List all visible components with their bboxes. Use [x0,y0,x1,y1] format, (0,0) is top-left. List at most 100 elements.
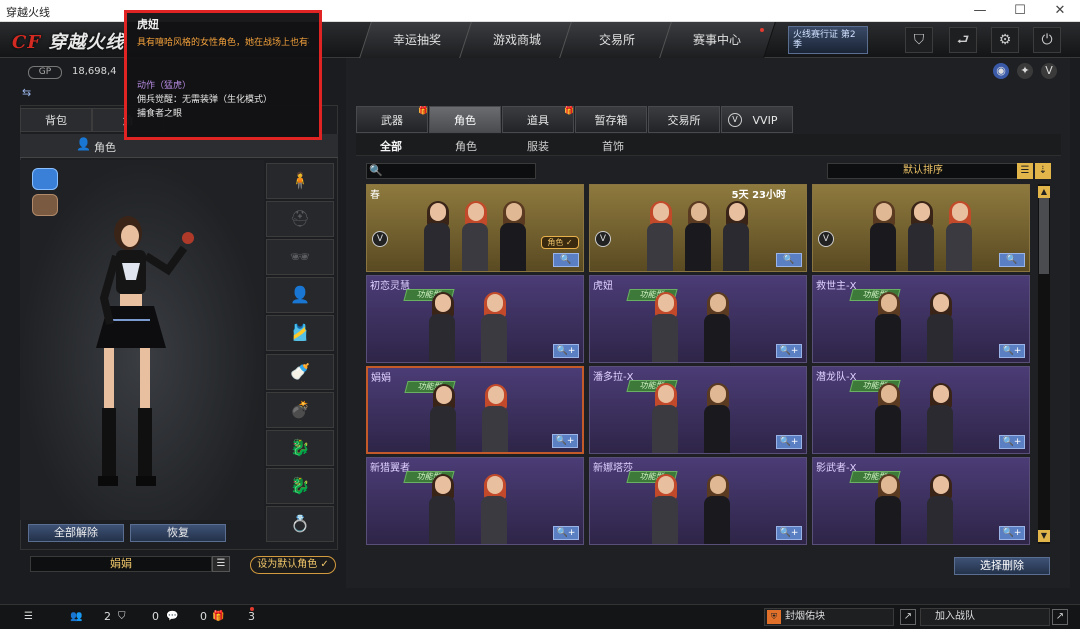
card-inspect-button[interactable]: 🔍 [776,253,802,267]
card-inspect-button[interactable]: 🔍+ [999,435,1025,449]
slot-glasses[interactable]: 🕶 [266,239,334,275]
expand-icon[interactable]: ↗ [900,609,916,625]
slot-bottle[interactable]: 🍼 [266,354,334,390]
character-card[interactable]: 新娜塔莎 功能型 🔍+ [589,457,807,545]
list-icon[interactable]: ☰ [212,556,230,572]
blocked-button[interactable]: ⛨ 封烟佑块 [764,608,894,626]
sort-list-icon[interactable]: ☰ [1017,163,1033,179]
tab-lucky-draw[interactable]: 幸运抽奖 [359,22,476,58]
tiger-badge-icon[interactable] [32,194,58,216]
character-card[interactable]: 新猎翼者 功能型 🔍+ [366,457,584,545]
card-inspect-button[interactable]: 🔍 [999,253,1025,267]
character-preview[interactable] [20,160,264,520]
tools-icon[interactable]: ⚙ [991,27,1019,53]
slot-dragon-silver[interactable]: 🐉 [266,468,334,504]
card-inspect-button[interactable]: 🔍+ [776,435,802,449]
role-label: 角色 [94,141,116,154]
menu-icon[interactable]: ☰ [24,611,38,623]
sort-order-icon[interactable]: ⇣ [1035,163,1051,179]
gp-label: GP [28,66,62,79]
power-icon[interactable]: ⏻ [1033,27,1061,53]
sort-select[interactable]: 默认排序 [827,163,1019,179]
restore-button[interactable]: 恢复 [130,524,226,542]
character-card[interactable]: 潜龙队-X 功能型 🔍+ [812,366,1030,454]
slot-grenade[interactable]: 💣 [266,392,334,428]
tooltip-description: 具有嘻哈风格的女性角色，她在战场上也有不俗的表现 [137,38,309,48]
character-figure [702,474,732,544]
slot-helmet[interactable]: ⛑ [266,201,334,237]
character-card[interactable]: 虎妞 功能型 🔍+ [589,275,807,363]
search-icon: 🔍 [369,164,383,177]
set-default-character-button[interactable]: 设为默认角色 ✓ [250,556,336,574]
unequip-all-button[interactable]: 全部解除 [28,524,124,542]
category-jewelry[interactable]: 首饰 [602,138,624,154]
tooltip-skill-1: 佣兵觉醒：无需装弹（生化模式） [137,95,273,105]
category-all[interactable]: 全部 [380,138,402,154]
card-inspect-button[interactable]: 🔍+ [999,344,1025,358]
tab-backpack[interactable]: 背包 [20,108,92,132]
friends-icon[interactable]: 👥 [70,611,84,623]
close-button[interactable]: ✕ [1040,0,1080,22]
minimize-button[interactable]: — [960,0,1000,22]
category-clothing[interactable]: 服装 [527,138,549,154]
character-card[interactable]: V 🔍 [812,184,1030,272]
card-inspect-button[interactable]: 🔍+ [776,526,802,540]
tab-vvip[interactable]: V VVIP [721,106,793,133]
character-card[interactable]: 救世主-X 功能型 🔍+ [812,275,1030,363]
tab-trade[interactable]: 交易所 [648,106,720,133]
tab-roles[interactable]: 角色 [429,106,501,133]
scrollbar-thumb[interactable] [1039,198,1049,274]
expand-icon[interactable]: ↗ [1052,609,1068,625]
slot-vest[interactable]: 🎽 [266,315,334,351]
character-figure [702,383,732,453]
person-add-icon[interactable]: 👤 [76,137,91,151]
card-name: 娟娟 [371,373,391,384]
tab-game-mall[interactable]: 游戏商城 [459,22,576,58]
card-inspect-button[interactable]: 🔍+ [999,526,1025,540]
slot-character[interactable]: 🧍 [266,163,334,199]
character-figure [868,201,898,271]
card-inspect-button[interactable]: 🔍 [553,253,579,267]
character-figure [650,292,680,362]
card-inspect-button[interactable]: 🔍+ [552,434,578,448]
category-role[interactable]: 角色 [455,138,477,154]
card-name: 救世主-X [816,281,857,292]
character-card[interactable]: 娟娟 功能型 🔍+ [366,366,584,454]
slot-ring[interactable]: 💍 [266,506,334,542]
back-icon[interactable]: ⮐ [949,27,977,53]
character-card[interactable]: 初恋灵慧 功能型 🔍+ [366,275,584,363]
shield-icon[interactable]: ⛉ [905,27,933,53]
slot-mask[interactable]: 👤 [266,277,334,313]
sparkle-icon[interactable]: ✦ [1017,63,1033,79]
character-card[interactable]: 5天 23小时 V 🔍 [589,184,807,272]
maximize-button[interactable]: ☐ [1000,0,1040,22]
scroll-down-arrow[interactable]: ▼ [1038,530,1050,542]
tab-exchange[interactable]: 交易所 [559,22,676,58]
character-card[interactable]: 春 V 角色 ✓ 🔍 [366,184,584,272]
card-name: 春 [370,190,380,201]
slot-dragon-gold[interactable]: 🐉 [266,430,334,466]
card-inspect-button[interactable]: 🔍+ [553,344,579,358]
card-inspect-button[interactable]: 🔍+ [553,526,579,540]
join-clan-button[interactable]: 加入战队 [920,608,1050,626]
gift-bottom-icon[interactable]: 🎁 [212,611,226,623]
search-input[interactable]: 🔍 [366,163,536,179]
tab-events[interactable]: 赛事中心 [659,22,776,58]
chat-icon[interactable]: 💬 [166,611,180,623]
tab-storage[interactable]: 暂存箱 [575,106,647,133]
vip-icon[interactable]: V [1041,63,1057,79]
card-name: 新猎翼者 [370,463,410,474]
character-card[interactable]: 潘多拉-X 功能型 🔍+ [589,366,807,454]
current-character-name: 娟娟 [30,556,212,572]
globe-icon[interactable]: ◉ [993,63,1009,79]
character-figure [906,201,936,271]
link-icon[interactable]: ⇆ [22,86,31,99]
scroll-up-arrow[interactable]: ▲ [1038,186,1050,198]
card-inspect-button[interactable]: 🔍+ [776,344,802,358]
gift-icon: 🎁 [418,106,428,115]
shield-small-icon[interactable]: ⛉ [118,611,132,623]
character-card[interactable]: 影武者-X 功能型 🔍+ [812,457,1030,545]
mode-badge-icon[interactable] [32,168,58,190]
season-pass-badge[interactable]: 火线赛行证 第2季 [788,26,868,54]
select-delete-button[interactable]: 选择删除 [954,557,1050,575]
